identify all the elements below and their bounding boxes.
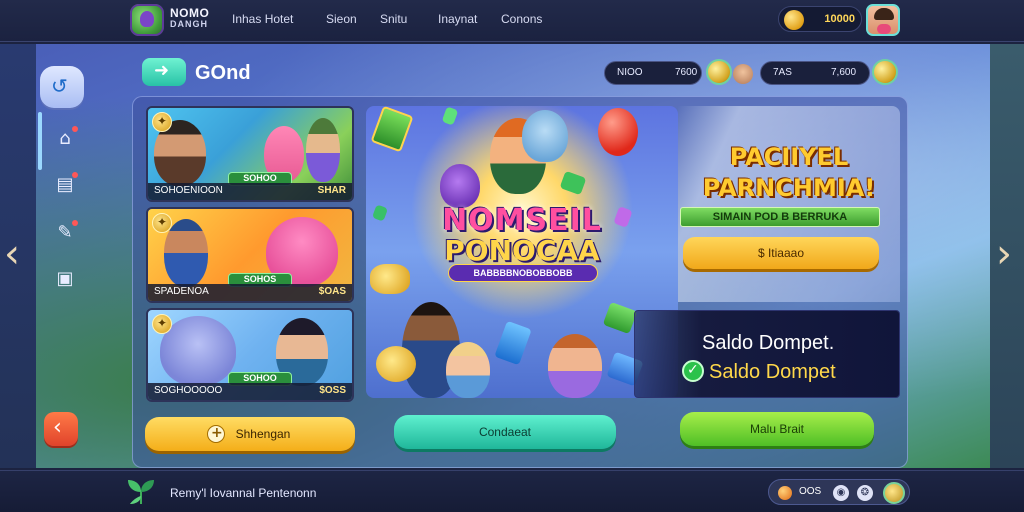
notification-dot [72, 172, 78, 178]
game-logo-icon[interactable] [130, 4, 164, 36]
sidebar-home-button[interactable]: ↺ [40, 66, 84, 108]
gem-icon [494, 320, 532, 366]
shopping-button-label: Shhengan [235, 427, 291, 441]
coin-pile-icon [370, 264, 410, 294]
coin-balance-value: 10000 [824, 13, 855, 25]
home-icon: ↺ [51, 74, 68, 98]
hero-title-line-1: NOMSEIL [442, 203, 602, 238]
more-button[interactable]: Malu Brait [680, 412, 874, 446]
topnav-item-1[interactable]: Inhas Hotet [232, 12, 326, 26]
card-label: SOGHOOOOO [154, 385, 223, 396]
topnav-item-2[interactable]: Sieon [326, 12, 380, 26]
logo-line-1: NOMO [170, 6, 210, 20]
card-price: SHAR [317, 185, 346, 196]
promo-title-line-2: PARNCHMIA! [702, 174, 876, 202]
footer-status-pill[interactable]: OOS ◉ ❂ [768, 479, 910, 505]
footer-avatar[interactable] [883, 482, 905, 504]
footer-text: Remy'l Iovannal Pentenonn [170, 486, 317, 500]
wallet-balance-label[interactable]: Saldo Dompet [709, 361, 836, 384]
hero-banner[interactable]: NOMSEIL PONOCAA BABBBBNOBOBBOBB [366, 106, 678, 398]
card-label: SPADENOA [154, 286, 209, 297]
shopping-button[interactable]: + Shhengan [145, 417, 355, 451]
stat-label-1: NIOO [617, 67, 643, 78]
leaf-icon [128, 480, 154, 504]
back-arrow-icon: ‹ [53, 415, 62, 440]
topnav-item-3[interactable]: Snitu [380, 12, 438, 26]
game-card-1[interactable]: ✦ SOHOO SOHOENIOON SHAR [146, 106, 354, 202]
friend-avatar-icon [733, 64, 753, 84]
previous-arrow-icon[interactable]: ‹ [4, 234, 20, 274]
card-label: SOHOENIOON [154, 185, 223, 196]
player-avatar[interactable] [866, 4, 900, 36]
hero-title: NOMSEIL PONOCAA [366, 206, 678, 266]
character-blue-cat [522, 110, 568, 162]
stat-label-2: 7AS [773, 67, 792, 78]
check-icon: ✓ [682, 360, 704, 382]
game-logo-text[interactable]: NOMO DANGH [170, 6, 210, 30]
next-arrow-icon[interactable]: › [996, 234, 1012, 274]
coin-icon [784, 10, 804, 30]
hero-subtitle-ribbon: BABBBBNOBOBBOBB [448, 264, 598, 282]
character-child [446, 342, 490, 398]
footer-balance: OOS [799, 486, 822, 497]
info-icon[interactable]: ❂ [857, 485, 873, 501]
settings-icon[interactable]: ◉ [833, 485, 849, 501]
gem-icon [441, 106, 459, 126]
stat-value-1: 7600 [675, 67, 698, 78]
more-button-label: Malu Brait [749, 422, 805, 436]
section-title: GOnd [195, 62, 251, 84]
card-footer: SOGHOOOOO $OSS [148, 383, 352, 400]
gem-icon [370, 106, 414, 153]
favorite-star-icon[interactable]: ✦ [152, 213, 172, 233]
character-purple-blob [440, 164, 480, 208]
promo-title: PACIIYEL PARNCHMIA! [678, 142, 900, 204]
card-footer: SPADENOA $OAS [148, 284, 352, 301]
hero-title-line-2: PONOCAA [444, 234, 600, 267]
notification-dot [72, 220, 78, 226]
continue-button[interactable]: Condaeat [394, 415, 616, 449]
promo-title-line-1: PACIIYEL [729, 143, 849, 171]
coin-icon [376, 346, 416, 382]
wallet-title: Saldo Dompet. [702, 332, 835, 354]
promo-button-label: $ Itiaaao [757, 246, 805, 260]
section-icon: ➜ [142, 58, 186, 86]
card-price: $OAS [318, 286, 346, 297]
game-card-2[interactable]: ✦ SOHOS SPADENOA $OAS [146, 207, 354, 303]
back-button[interactable]: ‹ [44, 412, 78, 446]
gem-icon [559, 170, 587, 196]
gem-icon [602, 301, 638, 335]
character-ranger [306, 118, 340, 182]
footer-coin-icon [778, 486, 792, 500]
promo-panel [678, 106, 900, 302]
stat-badge-icon [706, 59, 732, 85]
character-kid-cheering [548, 334, 602, 398]
balloon-icon [598, 108, 638, 156]
stat-pill-1[interactable]: NIOO 7600 [604, 61, 702, 85]
promo-tag-label: SIMAIN POD B BERRUKA [712, 211, 848, 223]
coin-balance-pill[interactable]: 10000 [778, 6, 862, 32]
favorite-star-icon[interactable]: ✦ [152, 112, 172, 132]
document-icon[interactable]: ▣ [54, 268, 76, 290]
hero-subtitle: BABBBBNOBOBBOBB [473, 268, 573, 278]
continue-button-label: Condaeat [478, 425, 532, 439]
top-navigation: Inhas Hotet Sieon Snitu Inaynat Conons [232, 12, 542, 26]
card-price: $OSS [319, 385, 346, 396]
stat-pill-2[interactable]: 7AS 7,600 [760, 61, 870, 85]
promo-tag: SIMAIN POD B BERRUKA [680, 207, 880, 227]
character-explorer [164, 219, 208, 287]
notification-dot [72, 126, 78, 132]
topnav-item-5[interactable]: Conons [501, 12, 542, 26]
promo-claim-button[interactable]: $ Itiaaao [683, 237, 879, 269]
sidebar-active-indicator [38, 112, 42, 170]
reward-badge-icon [872, 59, 898, 85]
card-footer: SOHOENIOON SHAR [148, 183, 352, 200]
game-card-3[interactable]: ✦ SOHOO SOGHOOOOO $OSS [146, 308, 354, 402]
stat-value-2: 7,600 [831, 67, 857, 78]
favorite-star-icon[interactable]: ✦ [152, 314, 172, 334]
logo-line-2: DANGH [170, 19, 208, 29]
topnav-item-4[interactable]: Inaynat [438, 12, 501, 26]
